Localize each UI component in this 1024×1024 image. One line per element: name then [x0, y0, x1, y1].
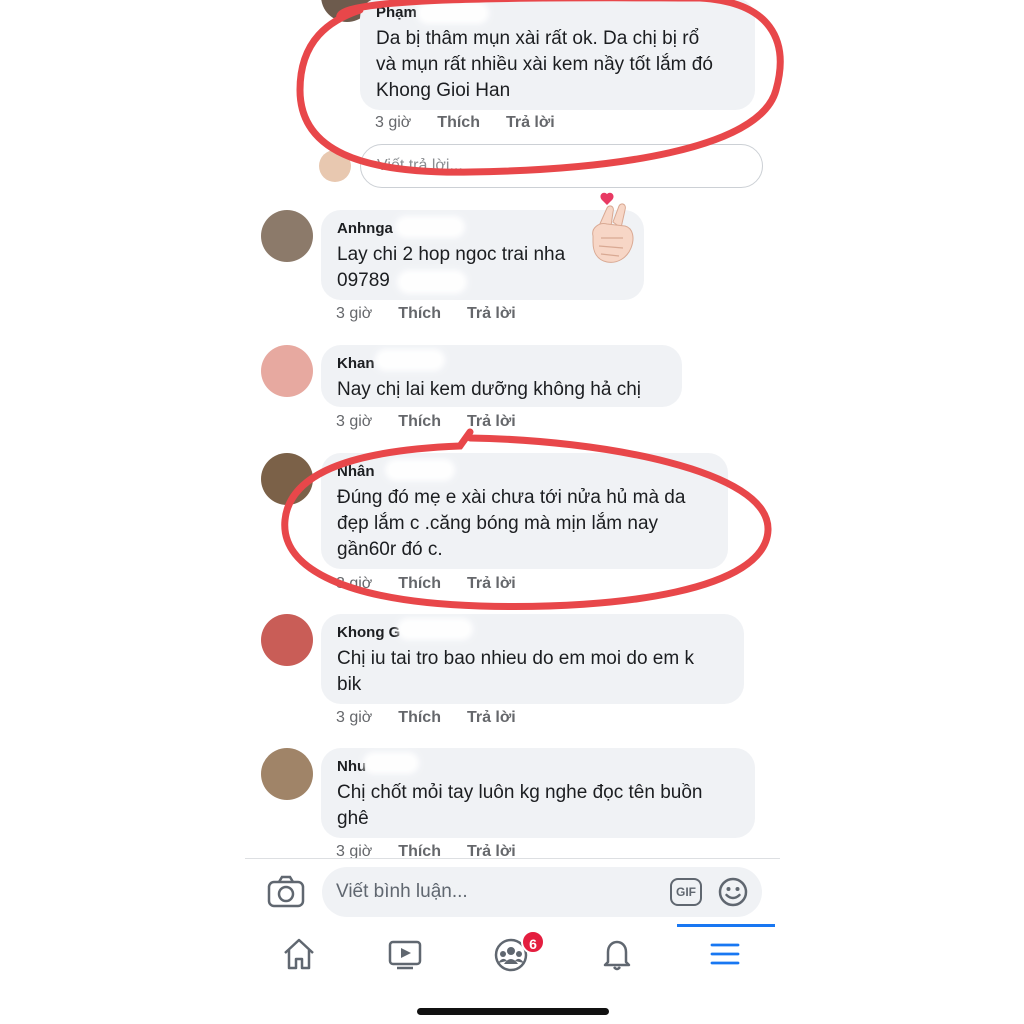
gif-button[interactable]: GIF — [670, 878, 702, 906]
home-icon — [284, 938, 314, 970]
comment-author[interactable]: Khong G — [337, 624, 730, 642]
comment-time: 3 giờ — [336, 709, 373, 726]
finger-heart-sticker — [592, 192, 634, 263]
redaction — [363, 752, 419, 774]
avatar[interactable] — [261, 748, 313, 800]
comment-actions: 3 giờ Thích Trả lời — [336, 843, 516, 858]
redaction — [385, 459, 455, 481]
nav-home[interactable] — [259, 930, 339, 986]
like-button[interactable]: Thích — [398, 843, 441, 858]
nav-menu[interactable] — [685, 930, 765, 986]
active-tab-indicator — [677, 924, 775, 927]
comment-actions: 3 giờ Thích Trả lời — [336, 305, 516, 323]
reply-row: Viết trả lời... — [245, 140, 780, 192]
comment-text: Chị iu tai tro bao nhieu do em moi do em… — [337, 648, 694, 695]
comment-bubble[interactable]: Khong G Chị iu tai tro bao nhieu do em m… — [321, 614, 744, 704]
camera-icon[interactable] — [267, 875, 305, 909]
like-button[interactable]: Thích — [398, 413, 441, 431]
avatar[interactable] — [261, 210, 313, 262]
like-button[interactable]: Thích — [437, 114, 480, 132]
bell-icon — [603, 940, 631, 971]
reply-button[interactable]: Trả lời — [467, 843, 516, 858]
my-avatar — [319, 150, 351, 182]
redaction — [375, 349, 445, 371]
nav-notifications[interactable] — [577, 930, 657, 986]
comment-time: 3 giờ — [375, 114, 412, 131]
avatar[interactable] — [261, 614, 313, 666]
comment-input[interactable]: Viết bình luận... GIF — [322, 867, 762, 917]
like-button[interactable]: Thích — [398, 709, 441, 727]
reply-button[interactable]: Trả lời — [467, 413, 516, 431]
comment-time: 3 giờ — [336, 305, 373, 322]
comment-actions: 3 giờ Thích Trả lời — [336, 709, 516, 727]
comment-text: Nay chị lai kem dưỡng không hả chị — [337, 379, 641, 400]
comment-text: Da bị thâm mụn xài rất ok. Da chị bị rổ … — [376, 28, 713, 101]
comment-text: Chị chốt mỏi tay luôn kg nghe đọc tên bu… — [337, 782, 703, 829]
comment-time: 3 giờ — [336, 575, 373, 592]
comment-text: Đúng đó mẹ e xài chưa tới nửa hủ mà da đ… — [337, 487, 686, 560]
redaction — [417, 2, 489, 24]
reply-button[interactable]: Trả lời — [467, 709, 516, 727]
bottom-nav: 6 — [245, 924, 780, 1024]
reply-button[interactable]: Trả lời — [467, 305, 516, 323]
reply-button[interactable]: Trả lời — [467, 575, 516, 593]
comment-actions: 3 giờ Thích Trả lời — [336, 575, 516, 593]
notification-badge: 6 — [521, 930, 545, 954]
reply-input[interactable]: Viết trả lời... — [360, 144, 763, 188]
video-icon — [388, 940, 422, 970]
comment-feed[interactable]: Phạm Da bị thâm mụn xài rất ok. Da chị b… — [245, 0, 780, 858]
nav-video[interactable] — [365, 930, 445, 986]
comment-input-placeholder: Viết bình luận... — [336, 881, 468, 902]
like-button[interactable]: Thích — [398, 575, 441, 593]
menu-icon — [710, 943, 740, 965]
comment-actions: 3 giờ Thích Trả lời — [336, 413, 516, 431]
phone-screen: Phạm Da bị thâm mụn xài rất ok. Da chị b… — [245, 0, 780, 1024]
redaction — [395, 216, 465, 238]
comment-bubble[interactable]: Nhân Đúng đó mẹ e xài chưa tới nửa hủ mà… — [321, 453, 728, 569]
reply-button[interactable]: Trả lời — [506, 114, 555, 132]
comment-time: 3 giờ — [336, 843, 373, 858]
redaction — [397, 618, 473, 640]
comment-composer: Viết bình luận... GIF — [245, 858, 780, 924]
home-indicator — [417, 1008, 609, 1015]
like-button[interactable]: Thích — [398, 305, 441, 323]
emoji-icon[interactable] — [717, 876, 749, 908]
avatar[interactable] — [261, 345, 313, 397]
avatar[interactable] — [261, 453, 313, 505]
comment-time: 3 giờ — [336, 413, 373, 430]
comment-actions: 3 giờ Thích Trả lời — [375, 114, 555, 132]
redaction — [397, 270, 467, 294]
